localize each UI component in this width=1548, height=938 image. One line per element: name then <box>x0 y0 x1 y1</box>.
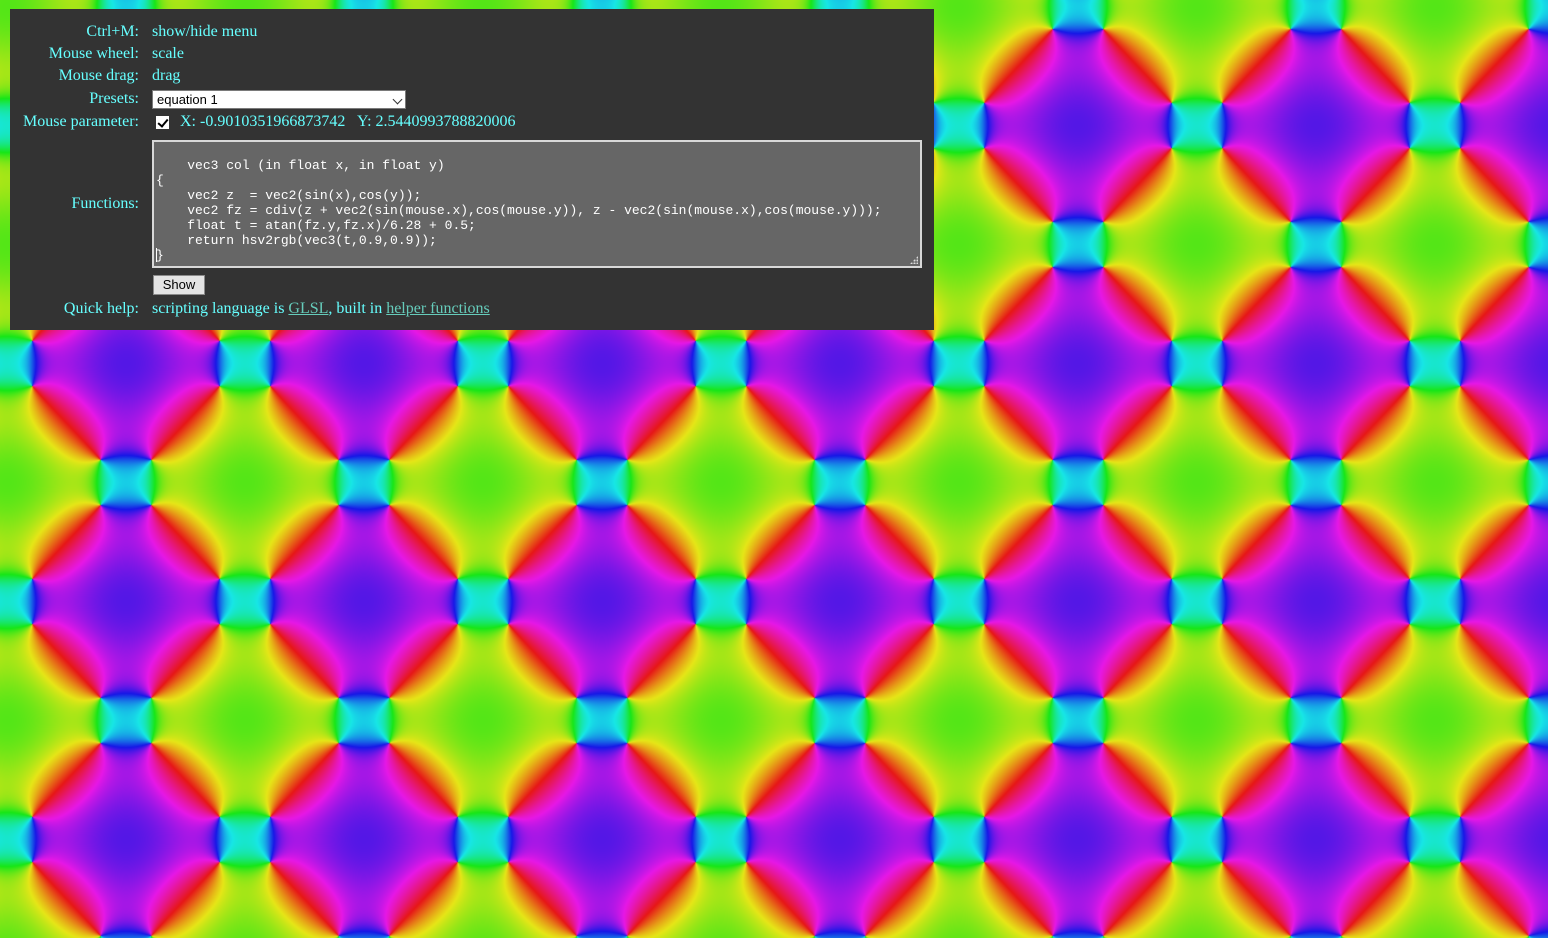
mouse-param-checkbox[interactable] <box>156 116 169 129</box>
wheel-label: Mouse wheel: <box>48 45 139 62</box>
presets-selected-value: equation 1 <box>157 92 218 107</box>
drag-row: Mouse drag: drag <box>10 67 934 87</box>
quick-help-text-2: , built in <box>328 300 387 317</box>
drag-label: Mouse drag: <box>58 67 139 84</box>
wheel-row: Mouse wheel: scale <box>10 45 934 65</box>
show-button[interactable]: Show <box>153 275 205 295</box>
shortcut-value: show/hide menu <box>152 23 258 40</box>
glsl-link[interactable]: GLSL <box>288 300 328 317</box>
mouse-param-label: Mouse parameter: <box>23 113 139 130</box>
shortcut-label: Ctrl+M: <box>86 23 139 40</box>
quick-help-label: Quick help: <box>63 300 139 317</box>
presets-label: Presets: <box>89 90 139 107</box>
presets-select[interactable]: equation 1 <box>152 90 406 109</box>
functions-label: Functions: <box>71 195 139 212</box>
mouse-y-value: Y: 2.5440993788820006 <box>357 113 516 130</box>
quick-help-row: Quick help: scripting language is GLSL, … <box>10 300 934 320</box>
quick-help-text-1: scripting language is <box>152 300 289 317</box>
menu-panel: Ctrl+M: show/hide menu Mouse wheel: scal… <box>10 9 934 330</box>
functions-code-text: vec3 col (in float x, in float y) { vec2… <box>156 158 882 263</box>
chevron-down-icon <box>392 94 403 105</box>
drag-value: drag <box>152 67 181 84</box>
helper-functions-link[interactable]: helper functions <box>386 300 490 317</box>
text-caret <box>156 248 157 262</box>
presets-row: Presets: equation 1 <box>10 90 934 110</box>
functions-code-editor[interactable]: vec3 col (in float x, in float y) { vec2… <box>152 140 922 268</box>
shortcut-row: Ctrl+M: show/hide menu <box>10 23 934 43</box>
resize-grip-icon[interactable] <box>910 256 918 264</box>
mouse-param-row: Mouse parameter: X: -0.9010351966873742 … <box>10 113 934 133</box>
quick-help-text: scripting language is GLSL, built in hel… <box>152 300 490 318</box>
mouse-x-value: X: -0.9010351966873742 <box>180 113 346 130</box>
wheel-value: scale <box>152 45 184 62</box>
